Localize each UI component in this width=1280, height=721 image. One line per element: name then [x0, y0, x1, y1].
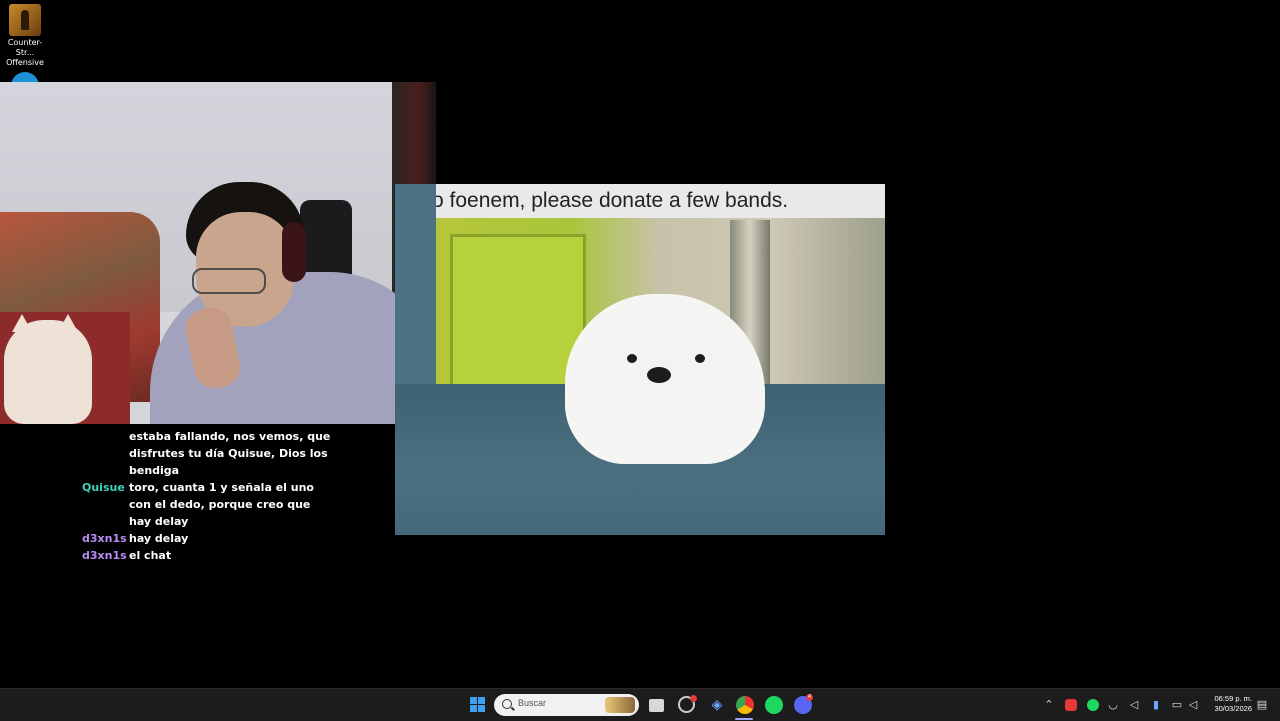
- desktop-icon-label: Counter-Str... Offensive: [6, 38, 44, 67]
- git-app-icon[interactable]: ◈: [708, 696, 726, 714]
- search-icon: [502, 699, 512, 709]
- chat-overlay: estaba fallando, nos vemos, que disfrute…: [82, 428, 342, 564]
- chat-text: toro, cuanta 1 y señala el uno con el de…: [129, 481, 314, 528]
- clock[interactable]: 06:59 p. m. 30/03/2026: [1214, 694, 1252, 714]
- chat-text: hay delay: [129, 532, 189, 545]
- microphone-icon[interactable]: ▮: [1150, 699, 1162, 711]
- discord-badge: 4: [806, 694, 813, 701]
- search-placeholder: Buscar: [518, 698, 547, 708]
- volume-icon[interactable]: ◁: [1128, 699, 1140, 711]
- chat-username: d3xn1s: [82, 532, 127, 545]
- cat-plush: [4, 320, 92, 424]
- spotify-icon[interactable]: [765, 696, 783, 714]
- network-icon[interactable]: ▭: [1171, 699, 1183, 711]
- windows-start-icon[interactable]: [470, 697, 486, 713]
- donation-meme-image: o foenem, please donate a few bands.: [395, 184, 885, 535]
- chat-username: d3xn1s: [82, 549, 127, 562]
- headphones-icon[interactable]: ◡: [1107, 699, 1119, 711]
- desktop-icon-counter-strike[interactable]: Counter-Str... Offensive: [0, 4, 50, 68]
- taskbar-search[interactable]: Buscar: [494, 694, 639, 716]
- taskbar: Buscar ◈ 4 ⌃ ◡ ◁ ▮ ▭ ◁ 06:59 p. m. 30/03…: [0, 688, 1280, 721]
- notification-dot: [690, 695, 697, 702]
- chat-message: d3xn1s hay delay: [82, 530, 342, 547]
- file-explorer-icon[interactable]: [649, 699, 664, 712]
- chrome-icon[interactable]: [736, 696, 754, 714]
- speaker-icon[interactable]: ◁: [1187, 699, 1199, 711]
- chat-text: el chat: [129, 549, 172, 562]
- chat-message-continued: estaba fallando, nos vemos, que disfrute…: [129, 430, 331, 477]
- chat-message: Quisue toro, cuanta 1 y señala el uno co…: [82, 479, 342, 530]
- counter-strike-icon: [9, 4, 41, 36]
- notifications-icon[interactable]: ▤: [1256, 699, 1268, 711]
- webcam-feed: [0, 82, 436, 424]
- meme-caption: o foenem, please donate a few bands.: [436, 184, 885, 218]
- chat-message: d3xn1s el chat: [82, 547, 342, 564]
- chat-username: Quisue: [82, 481, 125, 494]
- chevron-up-icon[interactable]: ⌃: [1043, 699, 1055, 711]
- spotify-tray-icon[interactable]: [1087, 699, 1099, 711]
- search-highlight-image: [605, 697, 635, 713]
- app-tray-icon[interactable]: [1065, 699, 1077, 711]
